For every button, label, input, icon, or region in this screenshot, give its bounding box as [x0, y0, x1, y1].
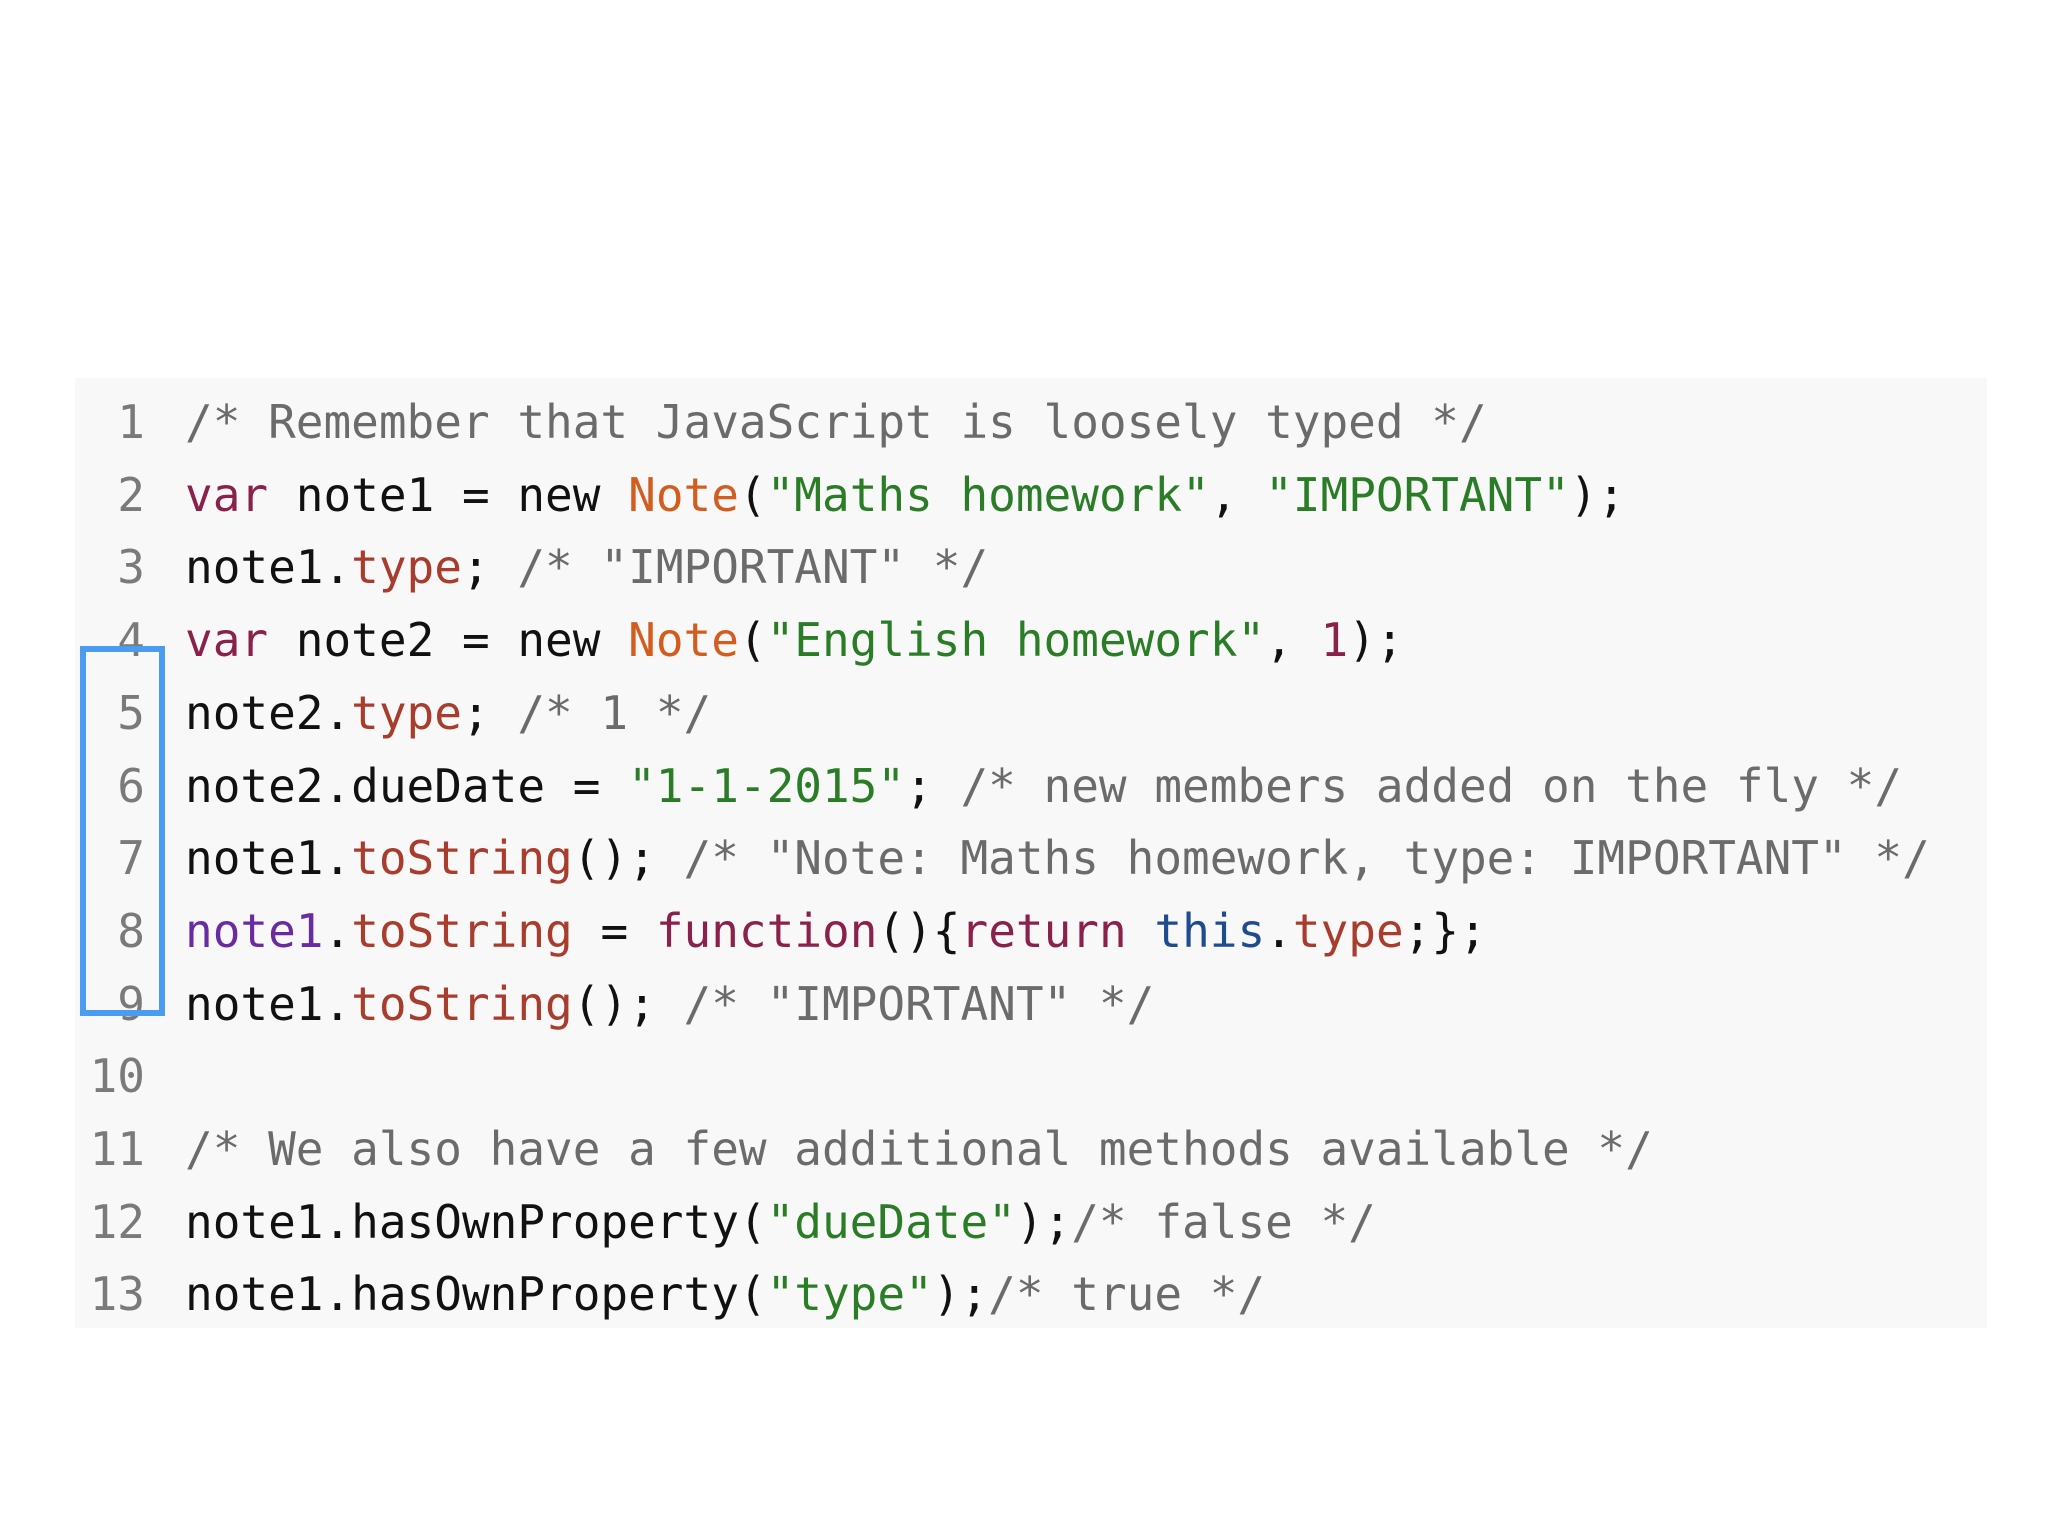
code-line: 4 var note2 = new Note("English homework"… — [75, 604, 1987, 676]
line-highlight-box — [80, 646, 165, 1016]
code-token: toString — [351, 831, 573, 886]
code-token: ( — [738, 467, 767, 522]
code-token: note2. — [185, 685, 352, 740]
code-token: ); — [1569, 467, 1626, 522]
code-token: /* Remember that JavaScript is loosely t… — [185, 395, 1487, 449]
code-token: , — [1209, 467, 1266, 522]
code-token: note1 — [185, 903, 324, 958]
code-text: /* Remember that JavaScript is loosely t… — [185, 386, 1487, 458]
code-token: ); — [1015, 1194, 1072, 1249]
code-text: note1.toString = function(){return this.… — [185, 895, 1487, 967]
code-token: . — [1265, 903, 1293, 958]
code-token: . — [323, 903, 352, 958]
code-token: (); — [572, 831, 684, 886]
line-number: 12 — [89, 1194, 145, 1249]
code-token: 1 — [1320, 613, 1349, 668]
code-line: 5 note2.type; /* 1 */ — [75, 677, 1987, 749]
code-token: note1. — [185, 540, 352, 595]
code-token: , — [1265, 613, 1321, 668]
code-text: note1.type; /* "IMPORTANT" */ — [185, 531, 988, 603]
line-number: 1 — [117, 395, 145, 449]
code-editor: 1 /* Remember that JavaScript is loosely … — [75, 378, 1987, 1328]
code-token: /* false */ — [1071, 1194, 1376, 1249]
code-token: "IMPORTANT" — [1265, 467, 1570, 522]
code-token: ; — [461, 540, 518, 595]
code-token: type — [351, 685, 462, 740]
code-line: 7 note1.toString(); /* "Note: Maths homew… — [75, 822, 1987, 894]
code-text: /* We also have a few additional methods… — [185, 1113, 1653, 1185]
code-token: = — [572, 903, 656, 958]
code-token: ; — [905, 758, 961, 813]
code-text: note2.type; /* 1 */ — [185, 677, 711, 749]
code-token: function — [655, 903, 878, 958]
code-text: note2.dueDate = "1-1-2015"; /* new membe… — [185, 750, 1902, 822]
code-line: 2 var note1 = new Note("Maths homework", … — [75, 459, 1987, 531]
code-token: var — [185, 467, 269, 522]
code-token: "dueDate" — [766, 1194, 1016, 1249]
code-token: "English homework" — [766, 613, 1266, 668]
code-token: return — [960, 903, 1127, 958]
code-token: (); — [572, 976, 684, 1031]
code-token: /* 1 */ — [517, 685, 712, 740]
code-token: ); — [1348, 613, 1404, 668]
code-token: /* true */ — [988, 1267, 1266, 1322]
code-line: 10 — [75, 1040, 1987, 1112]
line-number: 10 — [89, 1049, 145, 1104]
code-token: "Maths homework" — [766, 467, 1210, 522]
code-token: /* "Note: Maths homework, type: IMPORTAN… — [683, 831, 1930, 886]
code-text: note1.toString(); /* "IMPORTANT" */ — [185, 968, 1154, 1040]
code-token: note1. — [185, 831, 352, 886]
code-token: note2 = new — [268, 613, 629, 668]
code-line: 8 note1.toString = function(){return this… — [75, 895, 1987, 967]
code-token: Note — [628, 613, 739, 668]
code-token: ; — [461, 685, 518, 740]
code-token: this — [1154, 903, 1266, 958]
code-token: /* new members added on the fly */ — [960, 758, 1903, 813]
line-number: 13 — [89, 1267, 145, 1322]
code-token: var — [185, 613, 269, 668]
code-token: /* "IMPORTANT" */ — [683, 976, 1155, 1031]
code-text: note1.toString(); /* "Note: Maths homewo… — [185, 822, 1930, 894]
code-token: "1-1-2015" — [628, 758, 906, 813]
code-token: note1.hasOwnProperty( — [185, 1194, 767, 1249]
code-text: note1.hasOwnProperty("type");/* true */ — [185, 1258, 1265, 1330]
line-number: 11 — [89, 1122, 145, 1176]
code-line: 11 /* We also have a few additional metho… — [75, 1113, 1987, 1185]
code-token: ); — [932, 1267, 989, 1322]
code-token: note1.hasOwnProperty( — [185, 1267, 767, 1322]
code-token: toString — [351, 903, 573, 958]
code-line: 12 note1.hasOwnProperty("dueDate");/* fal… — [75, 1186, 1987, 1258]
line-number: 3 — [117, 540, 145, 595]
code-token: note1 = new — [268, 467, 629, 522]
code-token: /* We also have a few additional methods… — [185, 1122, 1653, 1176]
code-line: 13 note1.hasOwnProperty("type");/* true *… — [75, 1258, 1987, 1330]
code-line: 3 note1.type; /* "IMPORTANT" */ — [75, 531, 1987, 603]
code-token: Note — [628, 467, 739, 522]
line-number: 2 — [117, 467, 145, 522]
code-token: note2.dueDate = — [185, 758, 629, 813]
code-token: "type" — [766, 1267, 933, 1322]
code-line: 1 /* Remember that JavaScript is loosely … — [75, 386, 1987, 458]
code-token: note1. — [185, 976, 352, 1031]
code-token: ( — [738, 613, 767, 668]
code-token: type — [351, 540, 462, 595]
code-token: (){ — [877, 903, 961, 958]
code-text: note1.hasOwnProperty("dueDate");/* false… — [185, 1186, 1376, 1258]
code-text: var note2 = new Note("English homework",… — [185, 604, 1404, 676]
code-token: type — [1292, 903, 1404, 958]
code-line: 9 note1.toString(); /* "IMPORTANT" */ — [75, 968, 1987, 1040]
code-token: /* "IMPORTANT" */ — [517, 540, 989, 595]
slide: 1 /* Remember that JavaScript is loosely … — [0, 0, 2048, 1536]
code-line: 6 note2.dueDate = "1-1-2015"; /* new memb… — [75, 750, 1987, 822]
code-text: var note1 = new Note("Maths homework", "… — [185, 459, 1625, 531]
code-token: ;}; — [1403, 903, 1487, 958]
code-token: toString — [351, 976, 573, 1031]
